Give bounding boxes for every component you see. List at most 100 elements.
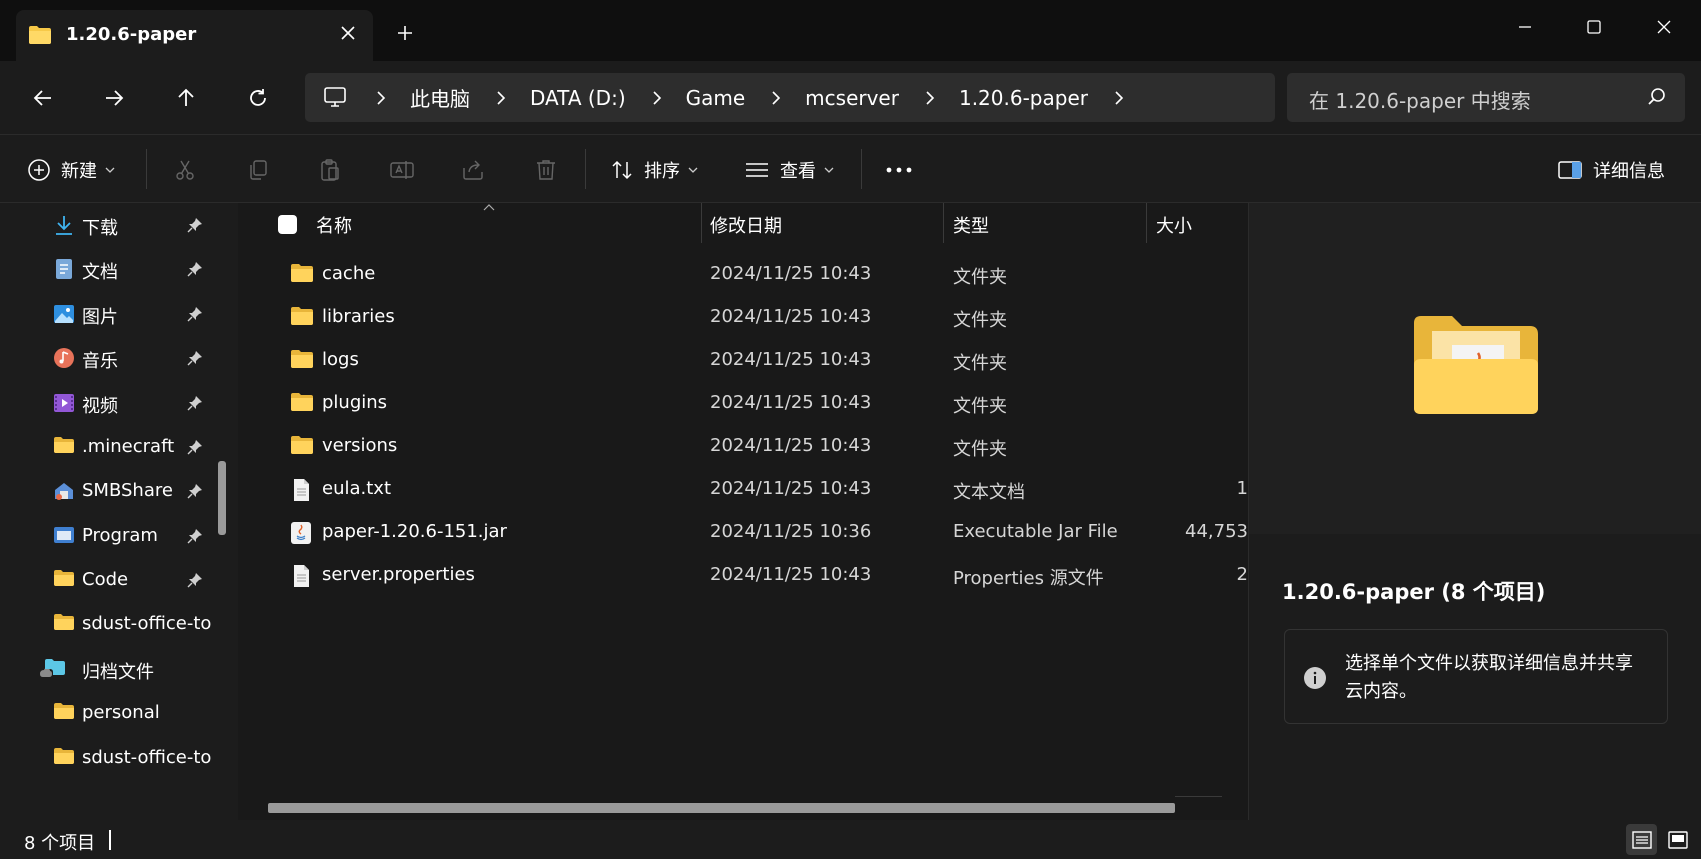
search-icon[interactable] (1647, 87, 1667, 107)
chevron-right-icon[interactable] (1113, 90, 1125, 106)
pictures-icon (53, 303, 75, 325)
maximize-button[interactable] (1571, 12, 1617, 42)
sidebar-item-sdust-office-to-2[interactable]: sdust-office-to (0, 736, 230, 780)
pin-icon[interactable] (187, 217, 203, 233)
new-tab-icon[interactable] (396, 24, 414, 42)
rename-icon (389, 158, 415, 182)
chevron-right-icon[interactable] (924, 90, 936, 106)
sidebar-item-sdust-office-to[interactable]: sdust-office-to (0, 602, 230, 646)
share-button[interactable] (461, 135, 485, 204)
this-pc-icon[interactable] (323, 85, 347, 109)
pin-icon[interactable] (187, 261, 203, 277)
more-options-button[interactable] (886, 135, 912, 204)
cut-button[interactable] (173, 135, 197, 204)
breadcrumb-drive[interactable]: DATA (D:) (530, 86, 626, 110)
sidebar-item-personal[interactable]: personal (0, 691, 230, 735)
chevron-right-icon[interactable] (651, 90, 663, 106)
tab-current[interactable]: 1.20.6-paper (16, 10, 373, 61)
file-type: 文件夹 (953, 310, 1007, 331)
refresh-button[interactable] (241, 81, 275, 115)
file-row[interactable]: server.properties 2024/11/25 10:43 Prope… (238, 553, 1248, 596)
file-name: paper-1.20.6-151.jar (322, 521, 507, 542)
address-bar[interactable]: 此电脑 DATA (D:) Game mcserver 1.20.6-paper (305, 73, 1275, 122)
column-divider[interactable] (943, 203, 944, 243)
file-type: 文件夹 (953, 396, 1007, 417)
rename-button[interactable] (389, 135, 415, 204)
delete-button[interactable] (534, 135, 558, 204)
sidebar-item-videos[interactable]: 视频 (0, 381, 230, 425)
sidebar-scrollbar[interactable] (218, 461, 226, 535)
details-view-button[interactable] (1626, 824, 1657, 855)
column-name[interactable]: 名称 (316, 212, 352, 238)
column-type[interactable]: 类型 (953, 212, 989, 238)
breadcrumb-game[interactable]: Game (686, 86, 746, 110)
file-row[interactable]: cache 2024/11/25 10:43 文件夹 (238, 252, 1248, 295)
details-pane-button[interactable]: 详细信息 (1557, 135, 1665, 204)
scroll-track (1175, 796, 1222, 797)
pin-icon[interactable] (187, 306, 203, 322)
file-row[interactable]: libraries 2024/11/25 10:43 文件夹 (238, 295, 1248, 338)
sidebar-item-downloads[interactable]: 下载 (0, 203, 230, 247)
sidebar-item-code[interactable]: Code (0, 558, 230, 602)
new-button[interactable]: 新建 (27, 135, 115, 204)
toolbar-divider (861, 149, 862, 189)
forward-button[interactable] (97, 81, 131, 115)
sidebar-item-program[interactable]: Program (0, 514, 230, 558)
column-header: 名称 修改日期 类型 大小 (238, 203, 1248, 243)
details-pane-icon (1557, 160, 1583, 180)
large-icons-view-icon (1667, 830, 1688, 849)
chevron-down-icon (105, 166, 115, 174)
file-row[interactable]: paper-1.20.6-151.jar 2024/11/25 10:36 Ex… (238, 510, 1248, 553)
chevron-right-icon[interactable] (375, 90, 387, 106)
search-input[interactable]: 在 1.20.6-paper 中搜索 (1287, 73, 1685, 122)
pin-icon[interactable] (187, 439, 203, 455)
sidebar-item-label: 音乐 (82, 351, 118, 372)
select-all-checkbox[interactable] (278, 215, 297, 234)
pin-icon[interactable] (187, 350, 203, 366)
sidebar-item-label: .minecraft (82, 436, 175, 457)
breadcrumb-mcserver[interactable]: mcserver (805, 86, 899, 110)
sort-label: 排序 (644, 160, 680, 182)
pin-icon[interactable] (187, 483, 203, 499)
horizontal-scrollbar[interactable] (268, 803, 1175, 813)
pin-icon[interactable] (187, 572, 203, 588)
file-row[interactable]: plugins 2024/11/25 10:43 文件夹 (238, 381, 1248, 424)
file-row[interactable]: versions 2024/11/25 10:43 文件夹 (238, 424, 1248, 467)
pin-icon[interactable] (187, 395, 203, 411)
sidebar-item-minecraft[interactable]: .minecraft (0, 425, 230, 469)
close-tab-icon[interactable] (339, 24, 357, 42)
copy-button[interactable] (246, 135, 270, 204)
file-row[interactable]: logs 2024/11/25 10:43 文件夹 (238, 338, 1248, 381)
back-button[interactable] (26, 81, 60, 115)
up-button[interactable] (169, 81, 203, 115)
column-divider[interactable] (1146, 203, 1147, 243)
status-bar: 8 个项目 (0, 820, 1701, 859)
file-modified: 2024/11/25 10:43 (710, 349, 872, 370)
sidebar-item-smbshare[interactable]: SMBShare (0, 469, 230, 513)
file-modified: 2024/11/25 10:36 (710, 521, 872, 542)
pin-icon[interactable] (187, 528, 203, 544)
column-size[interactable]: 大小 (1156, 212, 1192, 238)
sort-button[interactable]: 排序 (610, 135, 698, 204)
file-row[interactable]: eula.txt 2024/11/25 10:43 文本文档 1 (238, 467, 1248, 510)
preview-area (1249, 203, 1701, 534)
column-modified[interactable]: 修改日期 (710, 212, 782, 238)
paste-button[interactable] (318, 135, 342, 204)
chevron-right-icon[interactable] (495, 90, 507, 106)
sidebar-item-documents[interactable]: 文档 (0, 247, 230, 291)
file-name: plugins (322, 392, 388, 413)
trash-icon (534, 158, 558, 182)
column-divider[interactable] (701, 203, 702, 243)
view-button[interactable]: 查看 (744, 135, 834, 204)
documents-icon (53, 258, 75, 280)
sidebar-item-archive[interactable]: 归档文件 (0, 647, 230, 691)
view-list-icon (744, 159, 770, 181)
sidebar-item-music[interactable]: 音乐 (0, 336, 230, 380)
chevron-right-icon[interactable] (770, 90, 782, 106)
minimize-button[interactable] (1502, 12, 1548, 42)
sidebar-item-pictures[interactable]: 图片 (0, 292, 230, 336)
breadcrumb-this-pc[interactable]: 此电脑 (410, 83, 470, 112)
breadcrumb-current[interactable]: 1.20.6-paper (959, 86, 1088, 110)
large-icons-view-button[interactable] (1662, 824, 1693, 855)
close-window-button[interactable] (1641, 12, 1687, 42)
